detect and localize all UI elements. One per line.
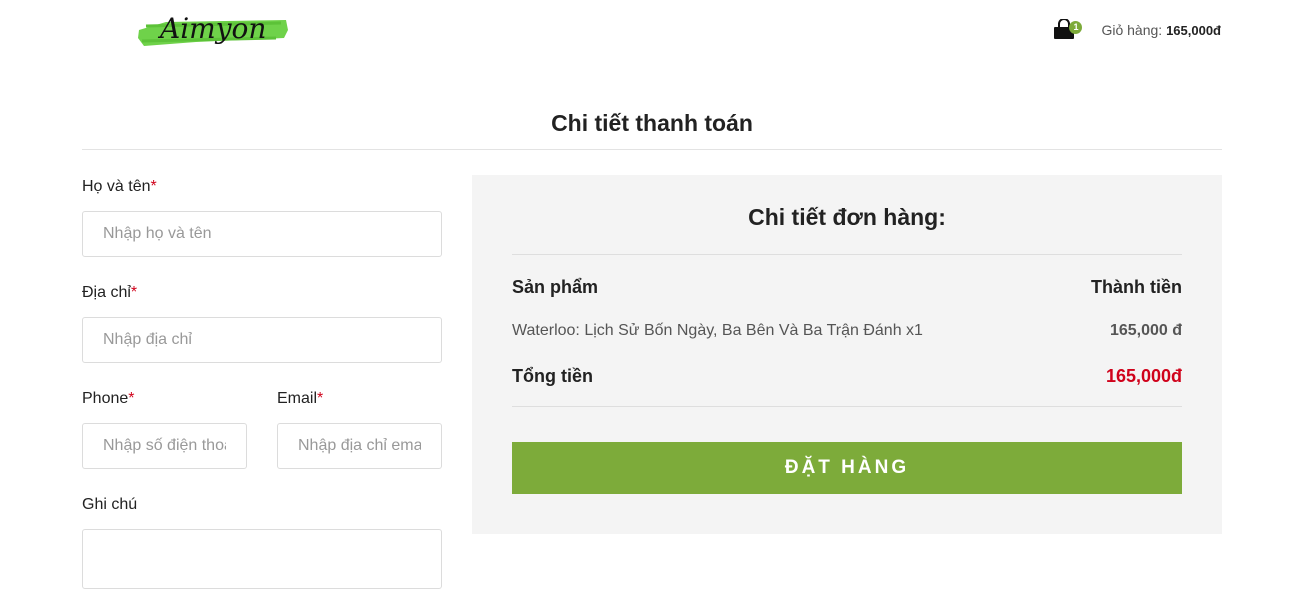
order-summary-panel: Chi tiết đơn hàng: Sản phẩm Thành tiền W… bbox=[472, 175, 1222, 534]
name-input[interactable] bbox=[82, 211, 442, 257]
place-order-button[interactable]: ĐẶT HÀNG bbox=[512, 442, 1182, 494]
name-label: Họ và tên* bbox=[82, 178, 157, 195]
divider bbox=[82, 149, 1222, 150]
address-label: Địa chỉ* bbox=[82, 284, 138, 301]
order-item-name: Waterloo: Lịch Sử Bốn Ngày, Ba Bên Và Ba… bbox=[512, 322, 923, 339]
site-logo[interactable]: Aimyon bbox=[136, 8, 291, 56]
divider bbox=[512, 406, 1182, 407]
col-total-header: Thành tiền bbox=[1091, 277, 1182, 297]
address-input[interactable] bbox=[82, 317, 442, 363]
phone-label: Phone* bbox=[82, 390, 135, 407]
shopping-bag-icon[interactable]: 1 bbox=[1053, 18, 1083, 41]
cart-summary[interactable]: 1 Giỏ hàng: 165,000đ bbox=[1053, 18, 1221, 41]
order-total-row: Tổng tiền 165,000đ bbox=[512, 366, 1182, 387]
cart-count-badge: 1 bbox=[1069, 21, 1083, 34]
logo-text: Aimyon bbox=[157, 12, 266, 45]
email-input[interactable] bbox=[277, 423, 442, 469]
order-item-row: Waterloo: Lịch Sử Bốn Ngày, Ba Bên Và Ba… bbox=[512, 322, 1182, 340]
cart-total: 165,000đ bbox=[1166, 23, 1221, 38]
col-product-header: Sản phẩm bbox=[512, 277, 599, 297]
cart-label: Giỏ hàng: 165,000đ bbox=[1101, 22, 1221, 38]
page-title: Chi tiết thanh toán bbox=[551, 110, 753, 136]
order-header-row: Sản phẩm Thành tiền bbox=[512, 277, 1182, 298]
note-textarea[interactable] bbox=[82, 529, 442, 589]
note-label: Ghi chú bbox=[82, 496, 138, 513]
order-summary-title: Chi tiết đơn hàng: bbox=[748, 204, 946, 230]
total-label: Tổng tiền bbox=[512, 366, 593, 386]
email-label: Email* bbox=[277, 390, 324, 407]
phone-input[interactable] bbox=[82, 423, 247, 469]
order-item-price: 165,000 đ bbox=[1109, 322, 1182, 339]
divider bbox=[512, 254, 1182, 255]
total-value: 165,000đ bbox=[1105, 366, 1182, 386]
